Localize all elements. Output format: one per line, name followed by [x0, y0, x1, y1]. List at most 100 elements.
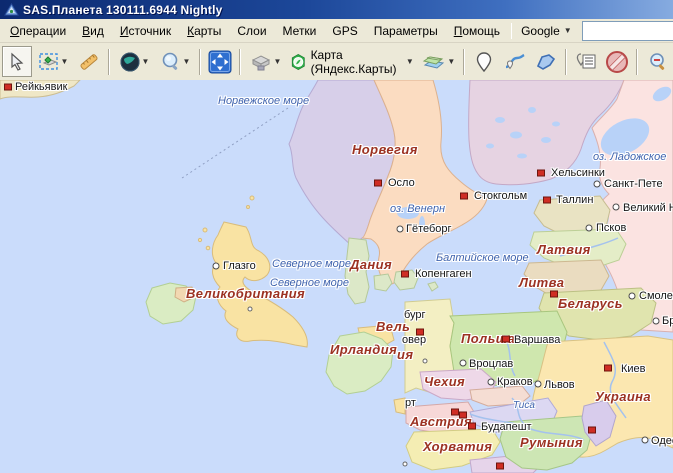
add-placemark-button[interactable]	[469, 46, 499, 77]
map-label-city: Осло	[388, 178, 415, 189]
no-entry-icon	[605, 50, 629, 74]
chevron-down-icon: ▼	[183, 58, 191, 66]
map-marker-city	[397, 226, 404, 233]
map-label-country: Беларусь	[558, 297, 623, 310]
placemark-manager-button[interactable]	[571, 46, 601, 77]
menu-google-dropdown[interactable]: Google ▼	[515, 22, 578, 40]
menu-item-options[interactable]: Параметры	[366, 21, 446, 41]
map-label-city: овер	[402, 335, 426, 346]
selection-rect-icon	[38, 51, 60, 73]
menu-item-view[interactable]: Вид	[74, 21, 112, 41]
map-label-city: Копенгаген	[415, 269, 472, 280]
globe-zoom-button[interactable]: ▼	[114, 46, 154, 77]
map-label-country: Украина	[595, 390, 651, 403]
globe-icon	[119, 51, 141, 73]
chevron-down-icon: ▼	[61, 58, 69, 66]
menu-item-marks[interactable]: Метки	[275, 21, 325, 41]
map-source-label: Карта (Яндекс.Карты)	[311, 48, 402, 76]
map-marker-city	[653, 318, 660, 325]
map-marker-capital	[416, 329, 424, 336]
cursor-arrow-icon	[7, 52, 27, 72]
map-label-sea: оз. Ладожское	[593, 152, 666, 163]
map-label-city: рт	[405, 398, 416, 409]
map-marker-capital	[459, 412, 467, 419]
magnifier-zoom-button[interactable]: ▼	[155, 46, 195, 77]
map-marker-dot	[403, 462, 408, 467]
app-icon	[4, 3, 19, 17]
menu-item-help[interactable]: Помощь	[446, 21, 508, 41]
map-label-city: Одесса	[651, 436, 673, 447]
fullscreen-icon	[208, 50, 232, 74]
map-label-city: Вроцлав	[469, 359, 513, 370]
menu-item-source[interactable]: Источник	[112, 21, 179, 41]
menu-item-maps[interactable]: Карты	[179, 21, 229, 41]
add-path-button[interactable]	[500, 46, 530, 77]
map-label-city: Стокгольм	[474, 191, 527, 202]
placemark-list-icon	[574, 51, 598, 73]
toolbar-separator	[239, 49, 241, 75]
tiles-cache-icon	[249, 51, 273, 73]
toolbar-separator	[108, 49, 110, 75]
map-marker-capital	[401, 271, 409, 278]
map-label-city: Великий Н	[623, 203, 673, 214]
map-marker-capital	[550, 291, 558, 298]
map-marker-capital	[460, 193, 468, 200]
map-source-selector[interactable]: Карта (Яндекс.Карты) ▼	[286, 47, 418, 76]
map-marker-dot	[423, 359, 428, 364]
map-marker-city	[213, 263, 220, 270]
layers-icon	[422, 51, 446, 73]
map-label-city: Таллин	[556, 195, 593, 206]
layers-button[interactable]: ▼	[419, 46, 459, 77]
google-label: Google	[521, 24, 560, 38]
menu-item-layers[interactable]: Слои	[229, 21, 274, 41]
window-title: SAS.Планета 130111.6944 Nightly	[23, 3, 223, 17]
fullscreen-button[interactable]	[205, 46, 235, 77]
title-bar[interactable]: SAS.Планета 130111.6944 Nightly	[0, 0, 673, 19]
map-label-country: Великобритания	[186, 287, 305, 300]
map-label-city: Хельсинки	[551, 168, 605, 179]
menu-item-gps[interactable]: GPS	[324, 21, 365, 41]
chevron-down-icon: ▼	[142, 58, 150, 66]
placemark-icon	[474, 51, 494, 73]
map-label-river: Тиса	[513, 401, 535, 411]
pan-tool-button[interactable]	[2, 46, 32, 77]
search-combobox[interactable]: ▼	[582, 21, 673, 41]
ruler-tool-button[interactable]	[74, 46, 104, 77]
magnifier-icon	[160, 51, 182, 73]
menu-separator	[511, 23, 512, 39]
map-label-country: Хорватия	[423, 440, 492, 453]
map-label-city: Псков	[596, 223, 626, 234]
selection-tool-button[interactable]: ▼	[33, 46, 73, 77]
map-label-city: Гётеборг	[406, 224, 452, 235]
toolbar-separator	[463, 49, 465, 75]
map-label-city: Киев	[621, 364, 646, 375]
map-marker-city	[535, 381, 542, 388]
menu-item-operations[interactable]: Операции	[2, 21, 74, 41]
zoom-prev-button[interactable]	[642, 46, 672, 77]
map-label-city: Краков	[497, 377, 533, 388]
map-marker-city	[594, 181, 601, 188]
hide-marks-button[interactable]	[602, 46, 632, 77]
map-marker-capital	[588, 427, 596, 434]
map-marker-dot	[248, 307, 253, 312]
map-label-city: Рейкьявик	[15, 82, 67, 93]
map-viewport[interactable]: Норвежское мореоз. Ладожскоеоз. ВенернСе…	[0, 80, 673, 473]
map-label-country: Дания	[350, 258, 392, 271]
menu-items: ОперацииВидИсточникКартыСлоиМеткиGPSПара…	[2, 21, 508, 41]
map-label-sea: Норвежское море	[218, 96, 309, 107]
map-label-city: Санкт-Пете	[604, 179, 663, 190]
map-label-country: Латвия	[537, 243, 591, 256]
search-input[interactable]	[583, 24, 673, 38]
toolbar: ▼ ▼ ▼	[0, 43, 673, 81]
map-label-city: Будапешт	[481, 422, 532, 433]
map-marker-city	[613, 204, 620, 211]
map-label-country: Норвегия	[352, 143, 418, 156]
map-source-icon	[290, 51, 307, 73]
chevron-down-icon: ▼	[564, 27, 572, 35]
add-polygon-button[interactable]	[531, 46, 561, 77]
map-label-sea: Балтийское море	[436, 253, 529, 264]
ruler-icon	[78, 51, 100, 73]
cached-tiles-button[interactable]: ▼	[245, 46, 285, 77]
map-labels-layer: Норвежское мореоз. Ладожскоеоз. ВенернСе…	[0, 80, 673, 473]
map-marker-capital	[4, 84, 12, 91]
